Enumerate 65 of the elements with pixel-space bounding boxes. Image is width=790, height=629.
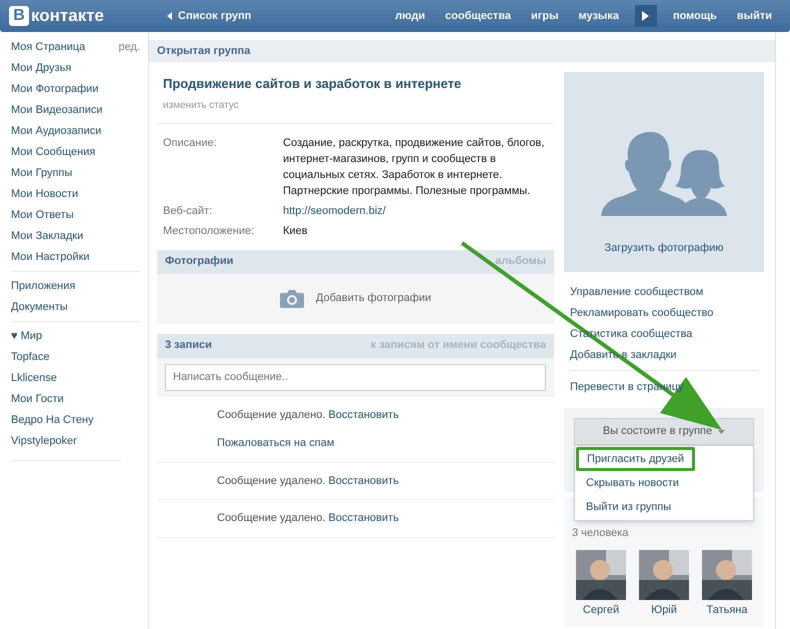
restore-link[interactable]: Восстановить — [328, 510, 399, 526]
sidebar-link[interactable]: Vipstylepoker — [11, 433, 77, 450]
sidebar-link[interactable]: Lklicense — [11, 370, 57, 387]
deleted-message-text: Сообщение удалено. — [217, 511, 326, 526]
back-link[interactable]: Список групп — [167, 8, 252, 24]
sidebar-link[interactable]: Мои Настройки — [11, 249, 90, 266]
sidebar-link[interactable]: ♥ Мир — [11, 328, 42, 345]
back-arrow-icon — [167, 12, 172, 20]
photos-title: Фотографии — [165, 254, 234, 270]
play-icon — [642, 11, 650, 21]
info-label: Веб-сайт: — [163, 204, 214, 218]
upload-photo-link[interactable]: Загрузить фотографию — [604, 240, 724, 256]
message-field[interactable]: Написать сообщение.. — [165, 364, 546, 390]
restore-link[interactable]: Восстановить — [328, 472, 399, 489]
nav-link[interactable]: люди — [385, 8, 436, 24]
membership-button[interactable]: Вы состоите в группе — [574, 418, 754, 445]
spam-link[interactable]: Пожаловаться на спам — [217, 435, 554, 452]
sidebar-link[interactable]: Мои Видеозаписи — [11, 102, 103, 119]
sidebar-link[interactable]: Мои Фотографии — [11, 81, 98, 98]
member-name[interactable]: Сергей — [582, 602, 620, 616]
sidebar-link[interactable]: Приложения — [11, 278, 76, 295]
sidebar-link[interactable]: Мои Друзья — [11, 60, 72, 77]
add-photos-link[interactable]: Добавить фотографии — [316, 290, 432, 307]
sidebar-link[interactable]: Мои Сообщения — [11, 144, 96, 161]
sidebar-link[interactable]: Мои Новости — [11, 186, 78, 203]
menu-item[interactable]: Скрывать новости — [575, 471, 690, 495]
section-header: Открытая группа — [149, 40, 775, 62]
sidebar-link[interactable]: Документы — [11, 299, 68, 316]
deleted-message-text: Сообщение удалено. — [217, 474, 326, 488]
member-name[interactable]: Юрій — [651, 602, 677, 616]
info-value: Создание, раскрутка, продвижение сайтов, блогов, интернет-магазинов, групп и сообществ в социальных сетях. Заработок в интернете. Партнерские программы. Полезные программы. — [283, 136, 546, 198]
menu-item[interactable]: Выйти из группы — [575, 495, 682, 519]
nav-link[interactable]: сообщества — [435, 8, 522, 24]
group-avatar-icon — [601, 132, 727, 216]
menu-item[interactable]: Пригласить друзей — [576, 447, 696, 471]
nav-link[interactable]: игры — [521, 8, 568, 24]
sidebar-link[interactable]: Мои Аудиозаписи — [11, 123, 102, 140]
info-value: Киев — [283, 224, 308, 239]
nav-link[interactable]: выйти — [726, 8, 782, 24]
play-button[interactable] — [634, 5, 657, 27]
info-label: Описание: — [163, 136, 218, 150]
logo-letter: В — [9, 6, 29, 26]
group-title: Продвижение сайтов и заработок в интернете — [163, 75, 462, 93]
info-label: Местоположение: — [163, 224, 256, 239]
sidebar-link[interactable]: Мои Группы — [11, 165, 72, 182]
member-name[interactable]: Татьяна — [706, 602, 748, 616]
sidebar-link[interactable]: Мои Гости — [11, 391, 64, 408]
members-count: 3 человека — [572, 526, 630, 541]
sidebar-link[interactable]: Моя Страница — [11, 39, 86, 56]
sidebar-link[interactable]: Мои Закладки — [11, 228, 84, 245]
sidebar-link[interactable]: Ведро На Стену — [11, 412, 94, 429]
restore-link[interactable]: Восстановить — [328, 406, 399, 423]
edit-link[interactable]: ред. — [118, 39, 140, 56]
sidebar-link[interactable]: Topface — [11, 349, 50, 366]
community-action-link[interactable]: Управление сообществом — [570, 282, 704, 303]
website-link[interactable]: http://seomodern.biz/ — [283, 202, 386, 219]
sidebar-link[interactable]: Мои Ответы — [11, 207, 74, 224]
logo-text: контакте — [31, 5, 104, 28]
nav-link[interactable]: помощь — [662, 8, 727, 24]
caret-icon — [718, 430, 726, 434]
community-action-link[interactable]: Рекламировать сообщество — [570, 303, 714, 324]
nav-link[interactable]: музыка — [568, 8, 629, 24]
wall-title: 3 записи — [165, 338, 212, 354]
deleted-message-text: Сообщение удалено. — [217, 408, 326, 422]
camera-icon — [280, 289, 304, 308]
